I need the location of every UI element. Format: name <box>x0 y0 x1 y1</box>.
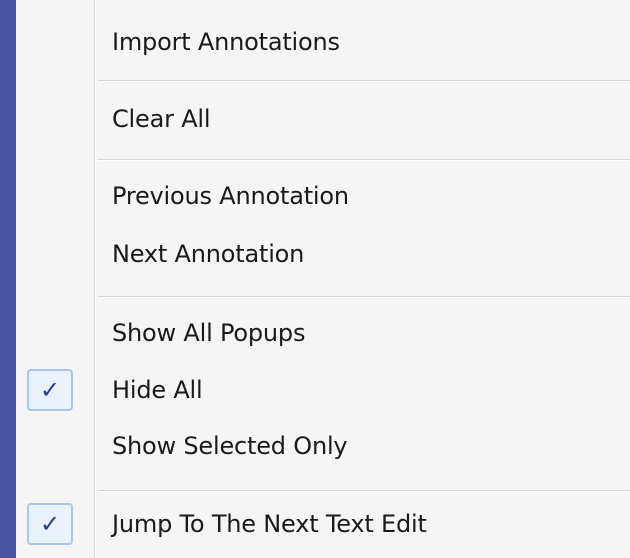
menu-item-label: Previous Annotation <box>112 182 349 210</box>
menu-item-label: Next Annotation <box>112 240 305 268</box>
menu-separator <box>98 490 630 492</box>
menu-item-show-selected-only[interactable]: Show Selected Only <box>16 422 630 470</box>
menu-item-label: Jump To The Next Text Edit <box>112 510 427 538</box>
menu-separator <box>98 296 630 298</box>
menu-item-show-all-popups[interactable]: Show All Popups <box>16 309 630 357</box>
menu-item-hide-all[interactable]: ✓ Hide All <box>16 366 630 414</box>
context-menu: Import Annotations Clear All Previous An… <box>16 0 630 558</box>
checkmark-icon: ✓ <box>39 510 61 538</box>
menu-item-label: Import Annotations <box>112 28 340 56</box>
menu-item-label: Hide All <box>112 376 203 404</box>
menu-separator <box>98 80 630 82</box>
menu-item-clear-all[interactable]: Clear All <box>16 95 630 143</box>
menu-item-jump-to-next-text-edit[interactable]: ✓ Jump To The Next Text Edit <box>16 500 630 548</box>
menu-item-label: Show All Popups <box>112 319 306 347</box>
menu-item-next-annotation[interactable]: Next Annotation <box>16 230 630 278</box>
checkmark-box: ✓ <box>27 369 73 411</box>
icon-gutter-divider <box>94 0 96 558</box>
menu-item-import-annotations[interactable]: Import Annotations <box>16 18 630 66</box>
desktop-background: Import Annotations Clear All Previous An… <box>0 0 630 558</box>
menu-item-label: Clear All <box>112 105 211 133</box>
menu-separator <box>98 159 630 161</box>
menu-item-label: Show Selected Only <box>112 432 348 460</box>
checkmark-box: ✓ <box>27 503 73 545</box>
menu-item-previous-annotation[interactable]: Previous Annotation <box>16 172 630 220</box>
checkmark-icon: ✓ <box>39 376 61 404</box>
